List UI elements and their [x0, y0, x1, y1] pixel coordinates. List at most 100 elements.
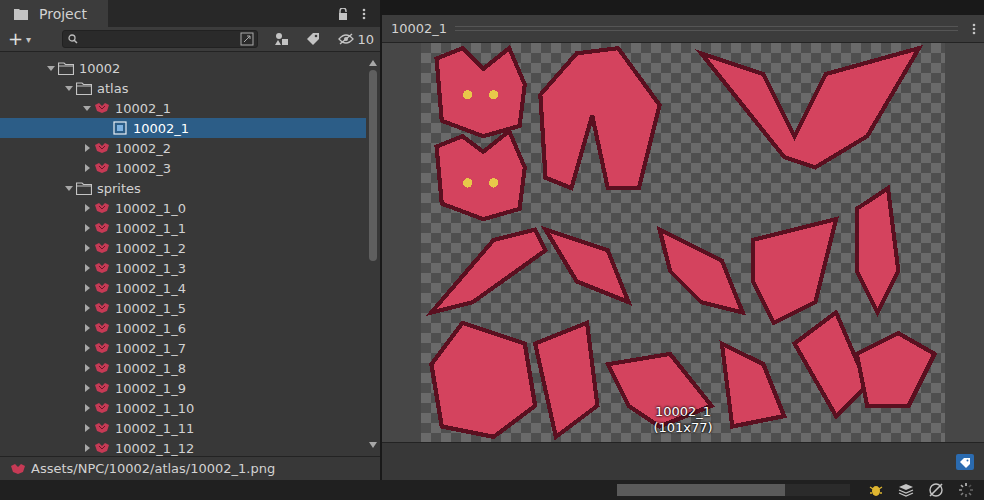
- expand-toggle[interactable]: [80, 264, 94, 272]
- texture-icon: [94, 162, 110, 174]
- expand-toggle[interactable]: [80, 244, 94, 252]
- tree-item-label: sprites: [97, 181, 141, 196]
- scroll-track[interactable]: [369, 70, 377, 438]
- expand-arrow-icon: [83, 164, 91, 172]
- tree-item[interactable]: 10002_1_10: [0, 398, 366, 418]
- tree-item-label: atlas: [97, 81, 128, 96]
- preview-panel: 10002_110002_1(101x77): [382, 0, 984, 480]
- network-off-icon[interactable]: [928, 482, 944, 498]
- path-bar: Assets/NPC/10002/atlas/10002_1.png: [0, 456, 380, 480]
- expand-toggle[interactable]: [80, 104, 94, 112]
- tree-item[interactable]: 10002_1: [0, 118, 366, 138]
- tree-item[interactable]: 10002_1_1: [0, 218, 366, 238]
- label-icon[interactable]: [306, 32, 320, 46]
- tree-item[interactable]: 10002_2: [0, 138, 366, 158]
- kebab-icon[interactable]: [972, 23, 976, 35]
- expand-arrow-icon: [65, 184, 73, 192]
- tree-item-label: 10002_1: [133, 121, 189, 136]
- image-name: 10002_1: [655, 404, 711, 420]
- tree-item-label: 10002_1_4: [115, 281, 186, 296]
- tree-item[interactable]: 10002_1_0: [0, 198, 366, 218]
- tree-item[interactable]: atlas: [0, 78, 366, 98]
- expand-arrow-icon: [83, 324, 91, 332]
- tree-item-label: 10002_1_12: [115, 441, 194, 456]
- texture-icon: [94, 362, 110, 374]
- scroll-up-icon[interactable]: [369, 60, 377, 66]
- search-input[interactable]: [82, 32, 236, 46]
- kebab-icon[interactable]: [362, 8, 366, 20]
- project-tab[interactable]: Project: [0, 0, 108, 27]
- texture-icon: [94, 102, 110, 114]
- tree-item[interactable]: 10002_3: [0, 158, 366, 178]
- preview-top-gap: [382, 0, 984, 15]
- progress-bar: [617, 484, 850, 496]
- expand-toggle[interactable]: [80, 304, 94, 312]
- image-info: 10002_1(101x77): [421, 404, 945, 436]
- unity-editor: Project+▾1010002atlas10002_110002_110002…: [0, 0, 984, 500]
- tree-item-label: 10002_1_2: [115, 241, 186, 256]
- expand-toggle[interactable]: [62, 184, 76, 192]
- tree-item[interactable]: 10002_1_8: [0, 358, 366, 378]
- tree-item[interactable]: 10002_1_9: [0, 378, 366, 398]
- tree-item[interactable]: 10002_1_6: [0, 318, 366, 338]
- image-size: (101x77): [653, 420, 712, 436]
- layers-icon[interactable]: [898, 482, 914, 498]
- expand-toggle[interactable]: [80, 404, 94, 412]
- expand-arrow-icon: [83, 204, 91, 212]
- expand-arrow-icon: [83, 304, 91, 312]
- tree-item-label: 10002_1: [115, 101, 171, 116]
- search-field[interactable]: [62, 30, 258, 48]
- expand-arrow-icon: [83, 424, 91, 432]
- bug-icon[interactable]: [868, 482, 884, 498]
- hidden-packages-toggle[interactable]: 10: [338, 32, 374, 47]
- drag-handle[interactable]: [455, 26, 958, 31]
- expand-toggle[interactable]: [80, 344, 94, 352]
- preview-area: 10002_1(101x77): [382, 43, 984, 442]
- texture-icon: [94, 382, 110, 394]
- preview-title: 10002_1: [391, 21, 447, 36]
- scrollbar[interactable]: [366, 52, 380, 456]
- expand-toggle[interactable]: [44, 64, 58, 72]
- asset-label-icon[interactable]: [956, 454, 974, 470]
- expand-toggle[interactable]: [80, 224, 94, 232]
- expand-toggle[interactable]: [80, 384, 94, 392]
- tree-item-label: 10002_1_7: [115, 341, 186, 356]
- folder-icon: [76, 182, 92, 195]
- tree-item[interactable]: 10002_1_12: [0, 438, 366, 456]
- tree-item[interactable]: 10002_1_11: [0, 418, 366, 438]
- tree-item[interactable]: 10002: [0, 58, 366, 78]
- expand-toggle[interactable]: [80, 364, 94, 372]
- tree-item[interactable]: 10002_1_4: [0, 278, 366, 298]
- expand-toggle[interactable]: [80, 164, 94, 172]
- tree-item-label: 10002_3: [115, 161, 171, 176]
- project-tab-bar: Project: [0, 0, 380, 27]
- expand-arrow-icon: [83, 404, 91, 412]
- tree-item-label: 10002_1_3: [115, 261, 186, 276]
- expand-arrow-icon: [83, 284, 91, 292]
- search-scope-icon[interactable]: [240, 32, 254, 46]
- tree-item[interactable]: 10002_1_5: [0, 298, 366, 318]
- expand-toggle[interactable]: [62, 84, 76, 92]
- expand-toggle[interactable]: [80, 424, 94, 432]
- expand-toggle[interactable]: [80, 204, 94, 212]
- tree-item[interactable]: 10002_1_7: [0, 338, 366, 358]
- texture-icon: [94, 422, 110, 434]
- project-tree: 10002 atlas 10002_1 10002_1 10002_2 10002_3sp…: [0, 52, 380, 456]
- tree-item[interactable]: 10002_1: [0, 98, 366, 118]
- scroll-thumb[interactable]: [369, 70, 377, 261]
- add-button[interactable]: +▾: [8, 30, 44, 48]
- folder-icon: [76, 82, 92, 95]
- filter-type-icon[interactable]: [274, 32, 290, 46]
- lock-icon[interactable]: [338, 8, 348, 20]
- expand-arrow-icon: [83, 224, 91, 232]
- expand-toggle[interactable]: [80, 324, 94, 332]
- tree-item-label: 10002_1_11: [115, 421, 194, 436]
- tree-item[interactable]: 10002_1_2: [0, 238, 366, 258]
- expand-toggle[interactable]: [80, 144, 94, 152]
- scroll-down-icon[interactable]: [369, 442, 377, 448]
- tree-item[interactable]: sprites: [0, 178, 366, 198]
- expand-toggle[interactable]: [80, 444, 94, 452]
- expand-toggle[interactable]: [80, 284, 94, 292]
- expand-arrow-icon: [65, 84, 73, 92]
- tree-item[interactable]: 10002_1_3: [0, 258, 366, 278]
